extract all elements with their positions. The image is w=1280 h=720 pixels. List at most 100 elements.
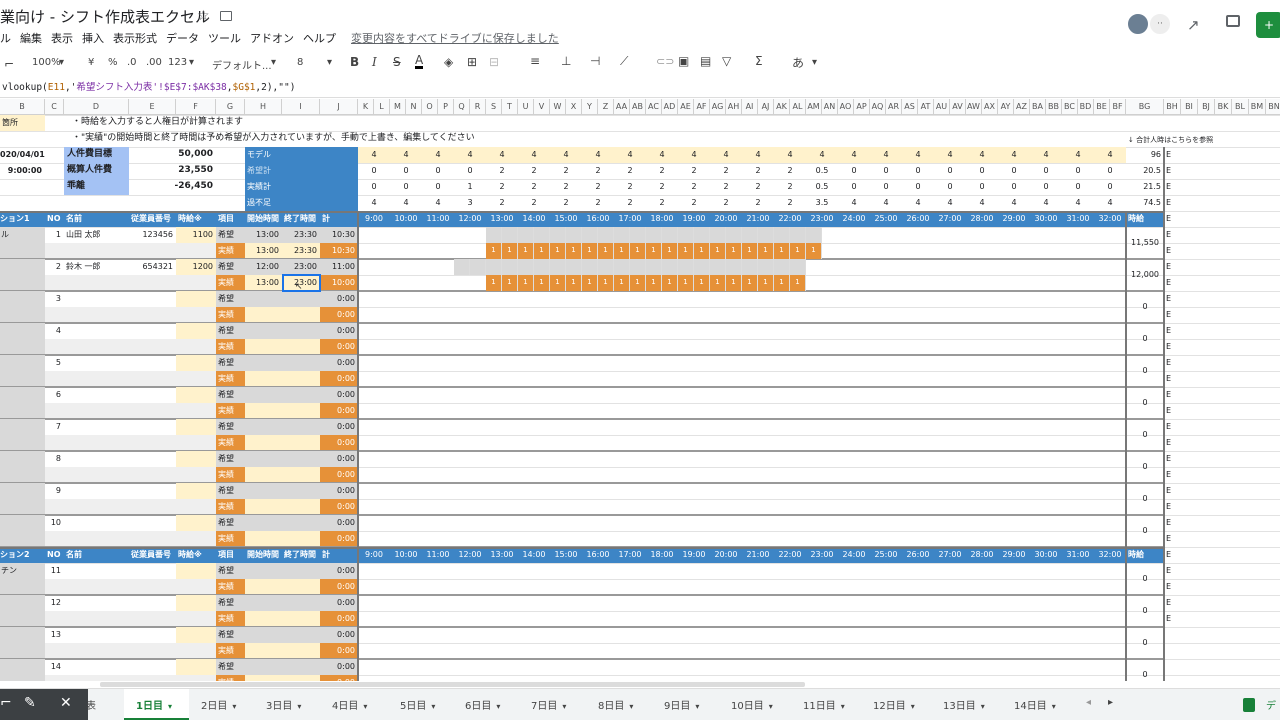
hour-slot[interactable]: 1 (726, 275, 742, 291)
tab-menu-chevron-icon[interactable]: ▾ (841, 702, 845, 711)
bold-icon[interactable]: B (350, 55, 359, 69)
tab-menu-chevron-icon[interactable]: ▾ (695, 702, 699, 711)
hour-slot[interactable]: 1 (726, 243, 742, 259)
diff-count-cell[interactable]: 2 (486, 195, 518, 211)
hour-slot[interactable]: 1 (614, 275, 630, 291)
wish-count-cell[interactable]: 2 (742, 163, 774, 179)
diff-count-cell[interactable]: 2 (678, 195, 710, 211)
wish-count-cell[interactable]: 2 (550, 163, 582, 179)
spreadsheet-grid[interactable]: B C D E F G H I J K L M N O P Q R S T U V W X Y Z AA AB AC AD AE AF AG A… (0, 99, 1280, 681)
column-header[interactable]: N (406, 99, 422, 115)
actual-count-cell[interactable]: 2 (678, 179, 710, 195)
increase-decimal-button[interactable]: .00 (146, 57, 162, 68)
vertical-align-icon[interactable]: ⊥ (561, 54, 571, 68)
sheet-tab[interactable]: 6日目 ▾ (465, 697, 500, 712)
star-icon[interactable]: ☆ (197, 8, 210, 24)
wish-count-cell[interactable]: 0 (422, 163, 454, 179)
employee-number[interactable] (129, 291, 176, 307)
filter-icon[interactable]: ▽ (722, 54, 731, 68)
wish-count-cell[interactable]: 2 (518, 163, 550, 179)
column-header[interactable]: S (486, 99, 502, 115)
diff-count-cell[interactable]: 3.5 (806, 195, 838, 211)
column-header[interactable]: AY (998, 99, 1014, 115)
model-count-cell[interactable]: 4 (838, 147, 870, 163)
column-header[interactable]: H (245, 99, 282, 115)
hour-slot[interactable] (742, 227, 758, 243)
wish-time-blank[interactable] (245, 595, 320, 611)
actual-count-cell[interactable]: 2 (742, 179, 774, 195)
wish-time-blank[interactable] (245, 563, 320, 579)
employee-number[interactable]: 123456 (129, 227, 176, 243)
diff-count-cell[interactable]: 4 (966, 195, 998, 211)
wish-time-blank[interactable] (245, 355, 320, 371)
percent-button[interactable]: % (108, 57, 118, 68)
hour-slot[interactable]: 1 (598, 243, 614, 259)
staff-name[interactable] (64, 355, 129, 371)
share-button-icon[interactable]: + (1256, 12, 1280, 38)
column-header[interactable]: AJ (758, 99, 774, 115)
column-header[interactable]: BN (1266, 99, 1280, 115)
hour-slot[interactable]: 1 (742, 275, 758, 291)
actual-count-cell[interactable]: 0 (422, 179, 454, 195)
column-header[interactable]: BE (1094, 99, 1110, 115)
hour-slot[interactable] (582, 259, 598, 275)
column-header[interactable]: R (470, 99, 486, 115)
model-count-cell[interactable]: 4 (710, 147, 742, 163)
actual-count-cell[interactable]: 2 (646, 179, 678, 195)
horizontal-scrollbar[interactable] (100, 682, 805, 687)
wish-end[interactable]: 23:30 (282, 227, 320, 243)
column-header[interactable]: B (0, 99, 45, 115)
model-count-cell[interactable]: 4 (422, 147, 454, 163)
column-header[interactable]: T (502, 99, 518, 115)
diff-count-cell[interactable]: 4 (1094, 195, 1126, 211)
department-blank[interactable] (0, 659, 45, 681)
column-header[interactable]: BI (1181, 99, 1198, 115)
column-header[interactable]: C (45, 99, 64, 115)
column-header[interactable]: Q (454, 99, 470, 115)
hour-slot[interactable]: 1 (630, 275, 646, 291)
hour-slot[interactable] (550, 259, 566, 275)
staff-name[interactable] (64, 563, 129, 579)
activity-trend-icon[interactable]: ↗ (1187, 16, 1200, 34)
model-count-cell[interactable]: 4 (454, 147, 486, 163)
column-header[interactable]: M (390, 99, 406, 115)
actual-time-blank[interactable] (245, 579, 320, 595)
sheet-tab[interactable]: 5日目 ▾ (400, 697, 435, 712)
menu-item[interactable]: 編集 (20, 30, 42, 46)
column-header[interactable]: O (422, 99, 438, 115)
menu-item[interactable]: ル (0, 30, 11, 46)
zoom-select[interactable]: 100% (32, 57, 61, 68)
wish-count-cell[interactable]: 0 (838, 163, 870, 179)
actual-time-blank[interactable] (245, 403, 320, 419)
employee-number[interactable] (129, 419, 176, 435)
hour-slot[interactable]: 1 (534, 243, 550, 259)
employee-number[interactable] (129, 627, 176, 643)
wish-time-blank[interactable] (245, 291, 320, 307)
diff-count-cell[interactable]: 4 (934, 195, 966, 211)
actual-count-cell[interactable]: 0 (934, 179, 966, 195)
hourly-wage[interactable] (176, 387, 216, 403)
column-header[interactable]: AG (710, 99, 726, 115)
column-header[interactable]: X (566, 99, 582, 115)
tab-menu-chevron-icon[interactable]: ▾ (911, 702, 915, 711)
staff-name[interactable] (64, 323, 129, 339)
column-header[interactable]: F (176, 99, 216, 115)
actual-count-cell[interactable]: 0 (998, 179, 1030, 195)
format-chevron-icon[interactable]: ▾ (189, 57, 194, 68)
hour-slot[interactable] (502, 259, 518, 275)
diff-count-cell[interactable]: 2 (710, 195, 742, 211)
column-header[interactable]: Z (598, 99, 614, 115)
wish-time-blank[interactable] (245, 451, 320, 467)
hour-slot[interactable] (566, 227, 582, 243)
hour-slot[interactable] (502, 227, 518, 243)
wish-count-cell[interactable]: 2 (678, 163, 710, 179)
hour-slot[interactable] (774, 259, 790, 275)
wish-end[interactable]: 23:00 (282, 259, 320, 275)
column-header[interactable]: AN (822, 99, 838, 115)
hour-slot[interactable] (614, 259, 630, 275)
employee-number[interactable] (129, 451, 176, 467)
column-header[interactable]: BL (1232, 99, 1249, 115)
actual-time-blank[interactable] (245, 643, 320, 659)
tab-menu-chevron-icon[interactable]: ▾ (363, 702, 367, 711)
column-header[interactable]: AW (966, 99, 982, 115)
